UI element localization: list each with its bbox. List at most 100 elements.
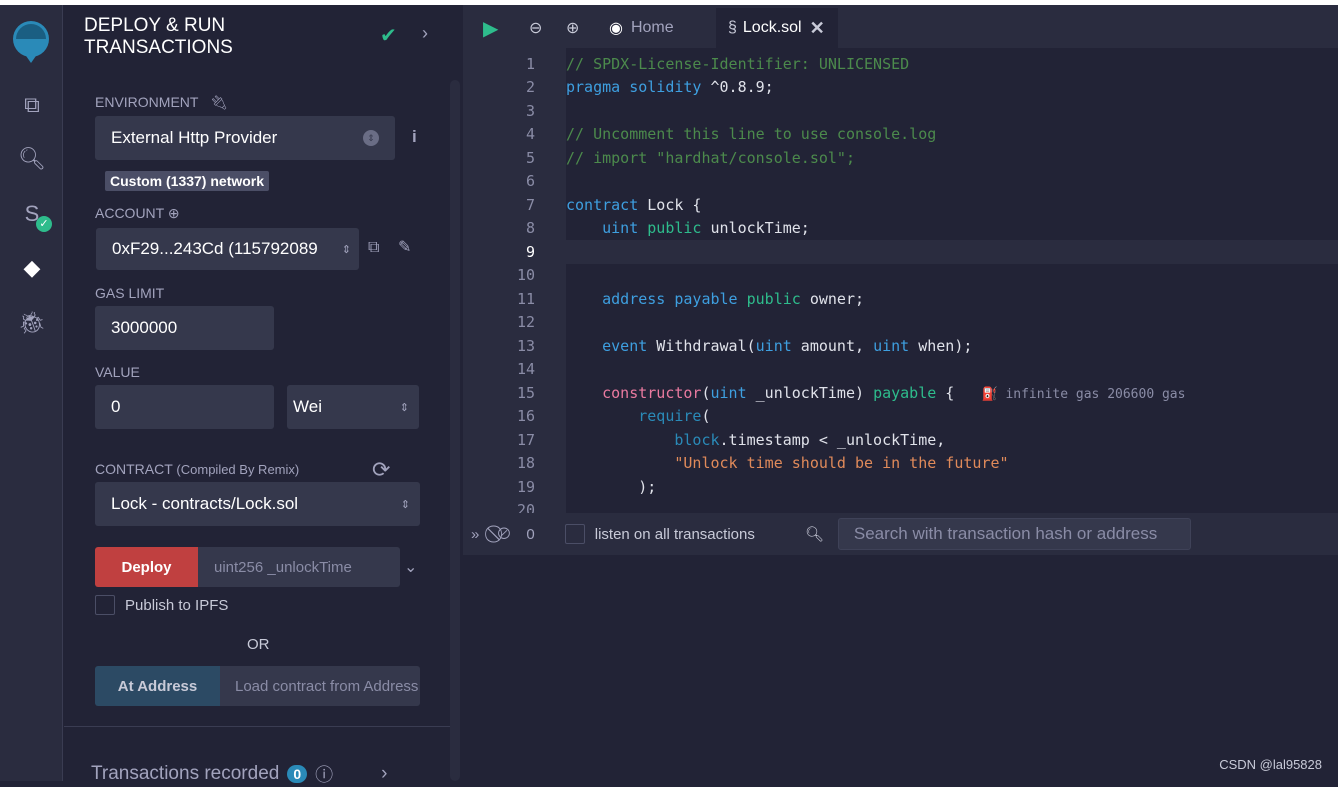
code-token: payable xyxy=(873,383,937,402)
code-area[interactable]: 1 // SPDX-License-Identifier: UNLICENSED 2… xyxy=(463,48,1338,519)
select-arrows-icon: ⇕ xyxy=(400,498,410,511)
account-select[interactable]: 0xF29...243Cd (115792089 ⇕ xyxy=(96,228,359,270)
panel-scrollbar[interactable] xyxy=(450,80,460,781)
code-token: uint xyxy=(755,336,792,355)
copy-icon[interactable]: ⧉ xyxy=(368,239,379,257)
panel-title: DEPLOY & RUN TRANSACTIONS xyxy=(84,15,233,59)
debugger-bug-icon[interactable]: 🐞︎ xyxy=(16,307,48,339)
code-line[interactable]: 18 "Unlock time should be in the future" xyxy=(463,452,1338,476)
tab-home[interactable]: ◉ Home xyxy=(609,8,674,48)
line-text: uint public unlockTime; xyxy=(566,219,810,237)
icon-sidebar: ⧉ 🔍︎ S ✓ ◆ 🐞︎ xyxy=(0,5,63,781)
plus-circle-icon[interactable]: ⊕ xyxy=(168,205,180,221)
code-token: Withdrawal( xyxy=(647,336,756,355)
deploy-run-panel: DEPLOY & RUN TRANSACTIONS ✔ › ENVIRONMENT… xyxy=(64,5,462,785)
value-input[interactable]: 0 xyxy=(95,385,274,429)
transaction-search-input[interactable]: Search with transaction hash or address xyxy=(837,518,1191,550)
listen-all-label: listen on all transactions xyxy=(594,525,755,543)
code-line[interactable]: 14 xyxy=(463,358,1338,382)
tab-lock-sol[interactable]: § Lock.sol ✕ xyxy=(716,8,838,48)
code-line[interactable]: 13 event Withdrawal(uint amount, uint wh… xyxy=(463,334,1338,358)
code-token: // Uncomment this line to use console.lo… xyxy=(566,125,937,144)
refresh-icon[interactable]: ⟳ xyxy=(372,457,390,483)
edit-icon[interactable]: ✎ xyxy=(398,237,411,257)
account-label: ACCOUNT ⊕ xyxy=(95,205,180,221)
code-line[interactable]: 8 uint public unlockTime; xyxy=(463,217,1338,241)
line-number: 19 xyxy=(516,477,535,496)
info-circle-icon[interactable]: ⓘ xyxy=(315,761,333,787)
search-placeholder: Search with transaction hash or address xyxy=(853,524,1158,543)
code-line[interactable]: 2 pragma solidity ^0.8.9; xyxy=(463,76,1338,100)
code-line[interactable]: 1 // SPDX-License-Identifier: UNLICENSED xyxy=(463,52,1338,76)
zoom-in-icon[interactable]: ⊕ xyxy=(566,8,579,48)
solidity-file-icon: § xyxy=(728,19,737,36)
code-line[interactable]: 3 xyxy=(463,99,1338,123)
environment-select[interactable]: External Http Provider ⇕ xyxy=(95,116,395,160)
code-line[interactable]: 6 xyxy=(463,170,1338,194)
code-line[interactable]: 10 xyxy=(463,264,1338,288)
select-arrows-icon: ⇕ xyxy=(363,130,379,146)
value-unit-select[interactable]: Wei ⇕ xyxy=(287,385,419,429)
code-token: constructor xyxy=(566,383,702,402)
code-token: amount, xyxy=(791,336,874,355)
code-token: _unlockTime) xyxy=(746,383,874,402)
chevron-right-icon[interactable]: › xyxy=(381,763,387,785)
code-token: when); xyxy=(909,336,973,355)
gas-limit-value: 3000000 xyxy=(111,318,178,337)
run-play-icon[interactable]: ▶ xyxy=(483,8,498,48)
chevron-right-icon[interactable]: › xyxy=(422,23,428,44)
deploy-args-input[interactable]: uint256 _unlockTime xyxy=(198,547,400,587)
code-line[interactable]: 12 xyxy=(463,311,1338,335)
gas-limit-input[interactable]: 3000000 xyxy=(95,306,274,350)
search-icon[interactable]: 🔍︎ xyxy=(16,143,48,175)
code-token: { xyxy=(936,383,982,402)
line-text: constructor(uint _unlockTime) payable { … xyxy=(566,384,1185,402)
close-tab-icon[interactable]: ✕ xyxy=(810,18,825,39)
transactions-recorded[interactable]: Transactions recorded 0 ⓘ › xyxy=(91,761,387,787)
at-address-input[interactable]: Load contract from Address xyxy=(220,666,420,706)
code-token: unlockTime; xyxy=(701,219,810,238)
solidity-compiler-icon[interactable]: S ✓ xyxy=(16,198,52,232)
line-number: 1 xyxy=(525,54,535,73)
code-token: uint xyxy=(873,336,910,355)
deploy-run-icon[interactable]: ◆ xyxy=(16,252,48,284)
clear-console-icon[interactable]: ⃠⊘ xyxy=(497,524,510,544)
plug-icon: 🔌︎ xyxy=(210,94,228,110)
code-line[interactable]: 9 xyxy=(463,240,1338,264)
network-badge: Custom (1337) network xyxy=(105,171,270,191)
code-line[interactable]: 19 ); xyxy=(463,475,1338,499)
collapse-terminal-icon[interactable]: » xyxy=(471,526,479,543)
info-icon[interactable]: i xyxy=(412,127,417,147)
code-token: ⛽ infinite gas 206600 gas xyxy=(981,386,1186,402)
code-line[interactable]: 4 // Uncomment this line to use console.l… xyxy=(463,123,1338,147)
line-number: 15 xyxy=(516,383,535,402)
deploy-button[interactable]: Deploy xyxy=(95,547,198,587)
chevron-down-icon[interactable]: ⌄ xyxy=(404,557,417,577)
code-line[interactable]: 17 block.timestamp < _unlockTime, xyxy=(463,428,1338,452)
listen-all-checkbox[interactable] xyxy=(564,524,585,544)
code-token: ( xyxy=(701,383,711,402)
environment-label: ENVIRONMENT 🔌︎ xyxy=(95,94,228,110)
code-token: .timestamp < _unlockTime, xyxy=(719,430,946,449)
remix-logo-icon[interactable] xyxy=(6,17,56,67)
contract-select[interactable]: Lock - contracts/Lock.sol ⇕ xyxy=(95,482,420,526)
code-token: public xyxy=(737,289,801,308)
code-line[interactable]: 15 constructor(uint _unlockTime) payable… xyxy=(463,381,1338,405)
file-explorer-icon[interactable]: ⧉ xyxy=(16,89,48,121)
code-line[interactable]: 16 require( xyxy=(463,405,1338,429)
title-line-2: TRANSACTIONS xyxy=(84,37,233,58)
code-line[interactable]: 5 // import "hardhat/console.sol"; xyxy=(463,146,1338,170)
publish-ipfs-checkbox[interactable] xyxy=(95,595,115,615)
code-line[interactable]: 11 address payable public owner; xyxy=(463,287,1338,311)
at-address-button[interactable]: At Address xyxy=(95,666,220,706)
zoom-out-icon[interactable]: ⊖ xyxy=(529,8,542,48)
code-line[interactable]: 7 contract Lock { xyxy=(463,193,1338,217)
line-text: // Uncomment this line to use console.lo… xyxy=(566,125,936,143)
code-token: owner; xyxy=(800,289,865,308)
deploy-args-placeholder: uint256 _unlockTime xyxy=(214,558,352,576)
code-token: public xyxy=(638,219,702,238)
code-token: block xyxy=(566,430,720,449)
search-icon: 🔍︎ xyxy=(804,526,824,543)
line-text: require( xyxy=(566,407,710,425)
code-token: uint xyxy=(566,219,639,238)
